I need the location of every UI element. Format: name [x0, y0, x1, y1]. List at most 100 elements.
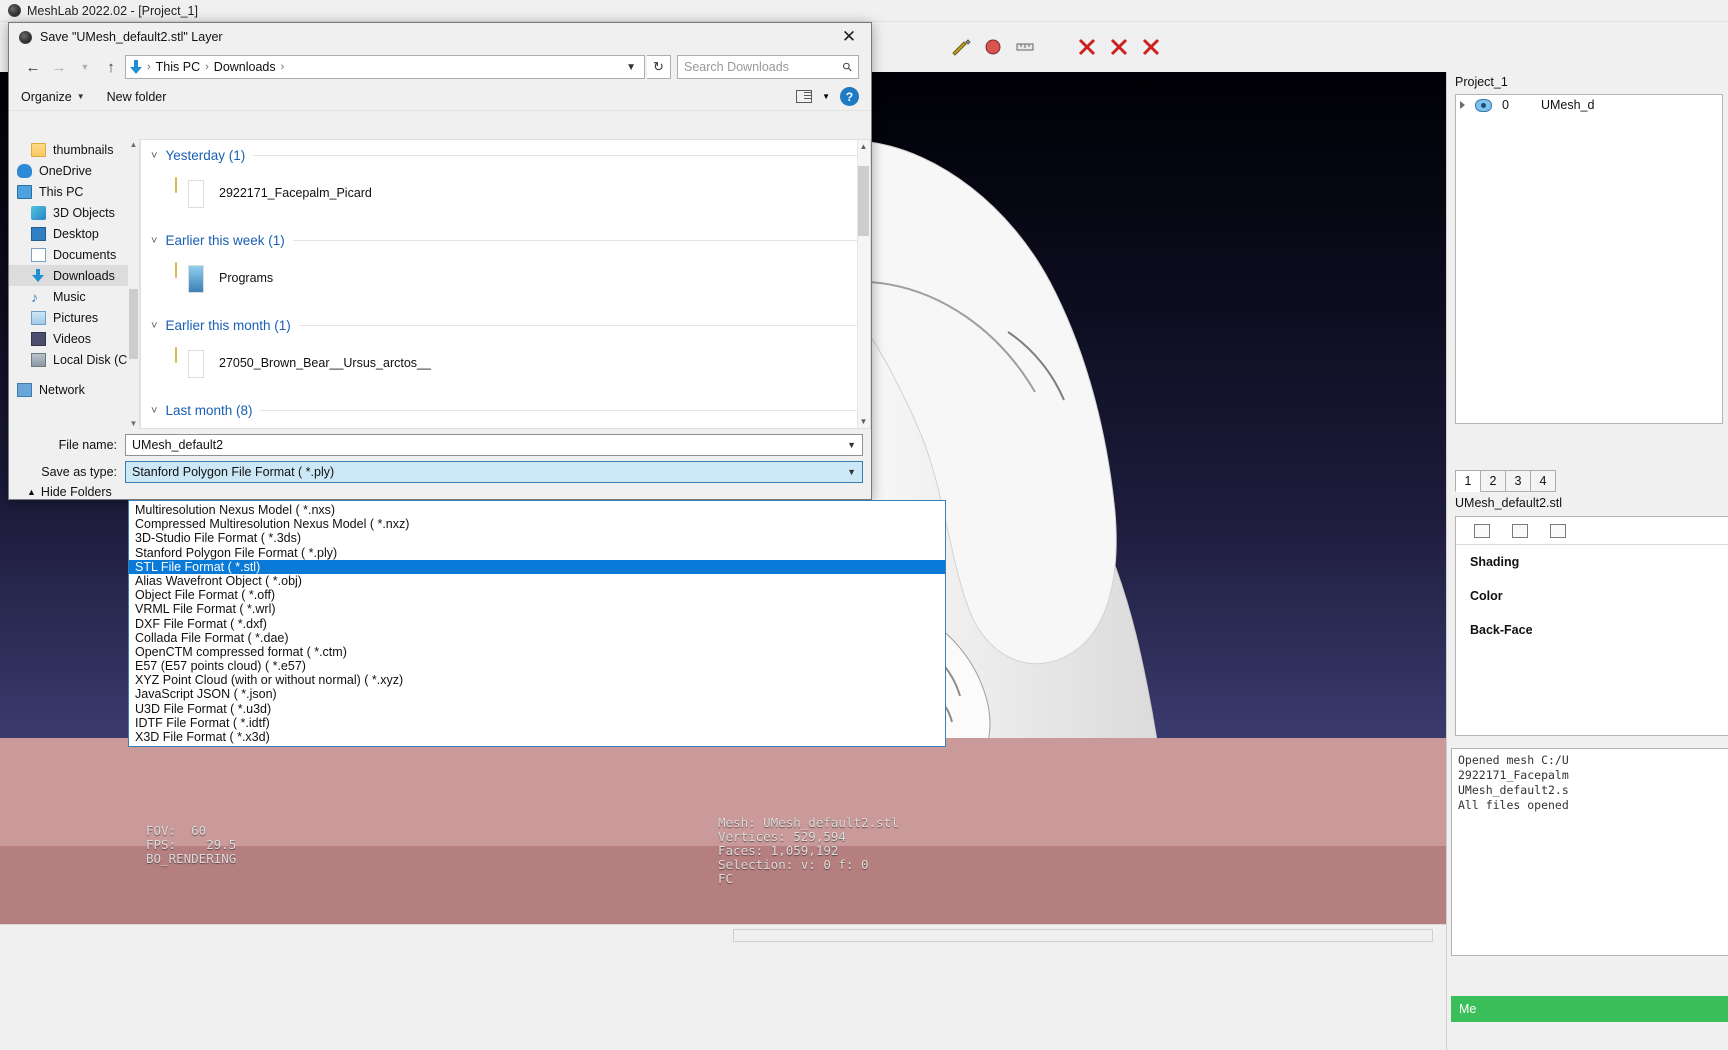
nav-item-music[interactable]: ♪ Music	[9, 286, 139, 307]
view-layout-icon[interactable]	[796, 90, 813, 103]
dropdown-option[interactable]: U3D File Format ( *.u3d)	[129, 702, 945, 716]
nav-item-pictures[interactable]: Pictures	[9, 307, 139, 328]
horizontal-scrollbar[interactable]	[733, 929, 1433, 942]
help-icon[interactable]: ?	[840, 87, 859, 106]
chevron-down-icon[interactable]: ˅	[151, 405, 157, 417]
delete-selected-icon[interactable]	[1140, 36, 1162, 58]
nav-item-thumbnails[interactable]: thumbnails	[9, 139, 139, 160]
recent-locations-icon[interactable]: ▼	[73, 55, 97, 79]
tab-3[interactable]: 3	[1505, 470, 1531, 492]
nav-item-videos[interactable]: Videos	[9, 328, 139, 349]
nav-item-onedrive[interactable]: OneDrive	[9, 160, 139, 181]
box-icon[interactable]	[1474, 523, 1490, 538]
tab-1[interactable]: 1	[1455, 470, 1481, 492]
list-item[interactable]: 27050_Brown_Bear__Ursus_arctos__	[175, 337, 475, 389]
savetype-dropdown-list[interactable]: Multiresolution Nexus Model ( *.nxs) Com…	[128, 500, 946, 748]
chevron-down-icon[interactable]: ▼	[822, 92, 830, 101]
scroll-down-icon[interactable]: ▼	[858, 415, 869, 428]
layer-tree[interactable]: 0 UMesh_d	[1455, 94, 1723, 424]
back-icon[interactable]: ←	[21, 55, 45, 79]
list-item[interactable]: premium-mobile-phone-screen-m	[175, 422, 411, 428]
organize-label: Organize	[21, 89, 72, 104]
color-picker-icon[interactable]	[982, 36, 1004, 58]
file-list[interactable]: ˅ Yesterday (1) 2922171_Facepalm_Picard …	[140, 139, 871, 429]
chevron-right-icon[interactable]	[1460, 101, 1465, 109]
list-item[interactable]: Programs	[175, 252, 411, 304]
search-icon[interactable]: ⚲	[840, 59, 856, 75]
filename-input[interactable]: UMesh_default2 ▼	[125, 434, 863, 456]
nav-item-network[interactable]: Network	[9, 379, 139, 400]
chevron-down-icon[interactable]: ˅	[151, 235, 157, 247]
dropdown-option[interactable]: XYZ Point Cloud (with or without normal)…	[129, 673, 945, 687]
up-icon[interactable]: ↑	[99, 55, 123, 79]
address-bar[interactable]: › This PC › Downloads › ▼	[125, 55, 645, 79]
hide-folders-button[interactable]: ▲ Hide Folders	[27, 485, 112, 499]
dropdown-option[interactable]: Stanford Polygon File Format ( *.ply)	[129, 546, 945, 560]
dropdown-option[interactable]: OpenCTM compressed format ( *.ctm)	[129, 645, 945, 659]
tab-4[interactable]: 4	[1530, 470, 1556, 492]
scroll-up-icon[interactable]: ▲	[858, 140, 869, 153]
nav-item-this-pc[interactable]: This PC	[9, 181, 139, 202]
eye-icon[interactable]	[1475, 98, 1492, 112]
search-input[interactable]: Search Downloads ⚲	[677, 55, 859, 79]
property-shading[interactable]: Shading	[1456, 545, 1728, 579]
group-header-earlier-month[interactable]: ˅ Earlier this month (1)	[141, 310, 870, 335]
chevron-down-icon[interactable]: ▼	[847, 467, 856, 477]
chevron-down-icon[interactable]: ˅	[151, 320, 157, 332]
tab-2[interactable]: 2	[1480, 470, 1506, 492]
points-icon[interactable]	[1550, 523, 1566, 538]
nav-item-3d-objects[interactable]: 3D Objects	[9, 202, 139, 223]
dropdown-option[interactable]: E57 (E57 points cloud) ( *.e57)	[129, 659, 945, 673]
dropdown-option[interactable]: Compressed Multiresolution Nexus Model (…	[129, 517, 945, 531]
group-header-yesterday[interactable]: ˅ Yesterday (1)	[141, 140, 870, 165]
forward-icon[interactable]: →	[47, 55, 71, 79]
dropdown-option[interactable]: Alias Wavefront Object ( *.obj)	[129, 574, 945, 588]
breadcrumb-this-pc[interactable]: This PC	[156, 60, 200, 74]
list-item[interactable]: 1278865_XYZ_20mm_Calibration_C	[411, 422, 647, 428]
new-folder-button[interactable]: New folder	[107, 90, 167, 104]
navigation-pane[interactable]: thumbnails OneDrive This PC 3D Objects D…	[9, 139, 140, 429]
nav-item-documents[interactable]: Documents	[9, 244, 139, 265]
organize-button[interactable]: Organize ▼	[21, 90, 85, 104]
file-list-scrollbar[interactable]: ▲ ▼	[857, 140, 870, 428]
wireframe-icon[interactable]	[1512, 523, 1528, 538]
delete-vertex-icon[interactable]	[1076, 36, 1098, 58]
list-item[interactable]: 3D Models	[647, 422, 827, 428]
dropdown-option[interactable]: X3D File Format ( *.x3d)	[129, 730, 945, 744]
chevron-down-icon[interactable]: ˅	[151, 150, 157, 162]
layer-row[interactable]: 0 UMesh_d	[1456, 95, 1722, 115]
navpane-scroll-thumb[interactable]	[129, 289, 138, 359]
group-header-last-month[interactable]: ˅ Last month (8)	[141, 395, 870, 420]
dropdown-option[interactable]: IDTF File Format ( *.idtf)	[129, 716, 945, 730]
scroll-up-icon[interactable]: ▲	[129, 139, 138, 150]
dropdown-option[interactable]: Object File Format ( *.off)	[129, 588, 945, 602]
refresh-icon[interactable]: ↻	[647, 55, 671, 79]
dropdown-option[interactable]: VRML File Format ( *.wrl)	[129, 602, 945, 616]
nav-item-downloads[interactable]: Downloads	[9, 265, 139, 286]
property-color[interactable]: Color	[1456, 579, 1728, 613]
dropdown-option-selected[interactable]: STL File Format ( *.stl)	[129, 559, 945, 574]
delete-face-icon[interactable]	[1108, 36, 1130, 58]
dropdown-option[interactable]: JavaScript JSON ( *.json)	[129, 687, 945, 701]
chevron-down-icon[interactable]: ▼	[847, 440, 856, 450]
dropdown-option[interactable]: Multiresolution Nexus Model ( *.nxs)	[129, 503, 945, 517]
navpane-scrollbar[interactable]: ▲ ▼	[128, 139, 139, 429]
group-header-earlier-week[interactable]: ˅ Earlier this week (1)	[141, 225, 870, 250]
file-list-scroll-thumb[interactable]	[858, 166, 869, 236]
dropdown-option[interactable]: 3D-Studio File Format ( *.3ds)	[129, 531, 945, 545]
dropdown-option[interactable]: Collada File Format ( *.dae)	[129, 631, 945, 645]
measure-icon[interactable]	[1014, 36, 1036, 58]
address-dropdown-icon[interactable]: ▼	[626, 62, 640, 73]
breadcrumb-downloads[interactable]: Downloads	[214, 60, 276, 74]
scroll-down-icon[interactable]: ▼	[129, 418, 138, 429]
nav-item-desktop[interactable]: Desktop	[9, 223, 139, 244]
nav-item-local-disk[interactable]: Local Disk (C:)	[9, 349, 139, 370]
pencil-icon[interactable]	[950, 36, 972, 58]
list-item[interactable]: 2922171_Facepalm_Picard	[175, 167, 411, 219]
render-properties-panel: Shading Color Back-Face	[1455, 516, 1728, 736]
savetype-combobox[interactable]: Stanford Polygon File Format ( *.ply) ▼	[125, 461, 863, 483]
dropdown-option[interactable]: DXF File Format ( *.dxf)	[129, 617, 945, 631]
layer-tabstrip[interactable]: 1 2 3 4	[1455, 470, 1723, 492]
property-backface[interactable]: Back-Face	[1456, 613, 1728, 647]
close-icon[interactable]: ✕	[827, 23, 871, 51]
